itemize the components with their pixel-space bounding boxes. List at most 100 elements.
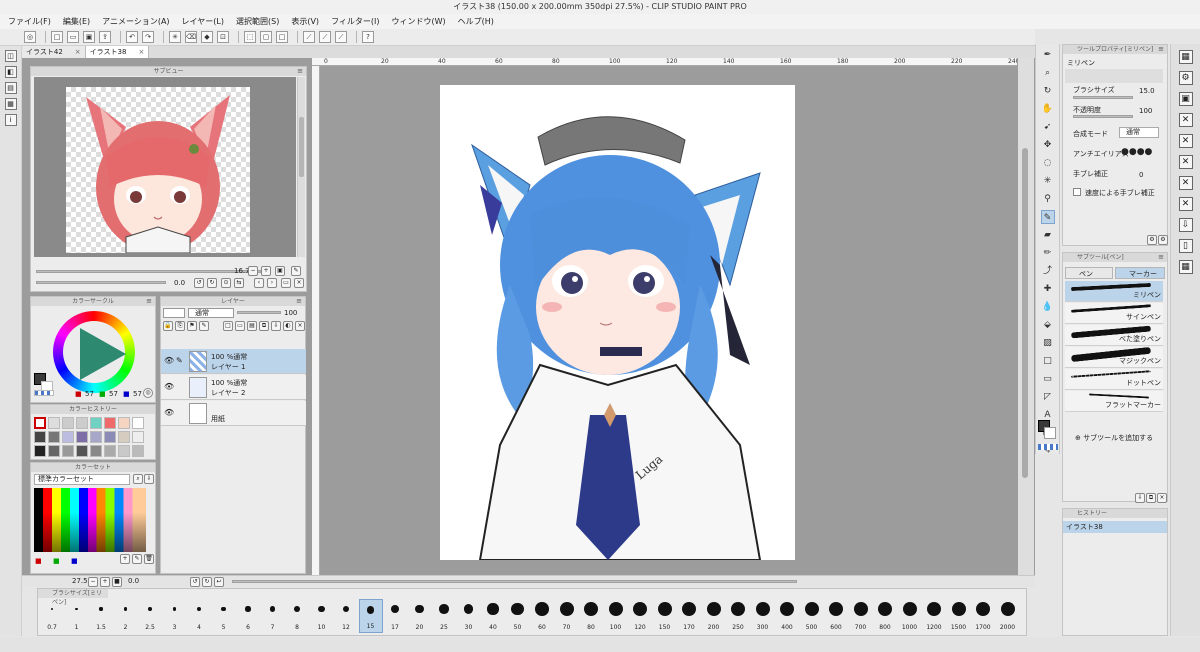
zoom-out-icon[interactable]: − xyxy=(88,577,98,587)
copy-icon[interactable]: ⧉ xyxy=(1146,493,1156,503)
eye-icon[interactable]: 👁 xyxy=(164,382,174,391)
reference-icon[interactable]: ⚑ xyxy=(187,321,197,331)
brush-size-option[interactable]: 600 xyxy=(824,599,848,633)
export-icon[interactable]: ⇪ xyxy=(99,31,111,43)
menu-view[interactable]: 表示(V) xyxy=(291,16,319,27)
pencil-icon[interactable]: ✏ xyxy=(1041,246,1055,260)
navigator-scrollbar[interactable] xyxy=(297,77,305,257)
history-swatch[interactable] xyxy=(104,445,116,457)
open-image-icon[interactable]: ▭ xyxy=(281,278,291,288)
close-icon[interactable]: ✕ xyxy=(1178,197,1193,211)
sub-tool-item[interactable]: ドットペン xyxy=(1065,369,1163,390)
history-swatch[interactable] xyxy=(48,417,60,429)
history-swatch[interactable] xyxy=(132,417,144,429)
history-swatch[interactable] xyxy=(48,445,60,457)
eye-icon[interactable]: 👁 xyxy=(164,408,174,417)
sub-color-swatch[interactable] xyxy=(1044,427,1056,439)
brush-size-option[interactable]: 2000 xyxy=(996,599,1020,633)
brush-size-option[interactable]: 20 xyxy=(408,599,432,633)
brush-size-option[interactable]: 60 xyxy=(530,599,554,633)
history-swatch[interactable] xyxy=(118,445,130,457)
figure-icon[interactable]: □ xyxy=(1041,354,1055,368)
brush-size-option[interactable]: 1.5 xyxy=(89,599,113,633)
opacity-slider[interactable] xyxy=(1073,115,1133,118)
sub-tool-item[interactable]: フラットマーカー xyxy=(1065,391,1163,412)
reset-icon[interactable]: ⚙ xyxy=(1147,235,1157,245)
brush-size-option[interactable]: 25 xyxy=(432,599,456,633)
history-swatch[interactable] xyxy=(62,417,74,429)
brush-size-option[interactable]: 700 xyxy=(849,599,873,633)
rotate-icon[interactable]: ↻ xyxy=(1041,84,1055,98)
close-icon[interactable]: ✕ xyxy=(1178,134,1193,148)
app-icon[interactable]: ◎ xyxy=(24,31,36,43)
transform-icon[interactable]: ⊡ xyxy=(217,31,229,43)
brush-size-option[interactable]: 400 xyxy=(775,599,799,633)
airbrush-icon[interactable]: ⤴ xyxy=(1041,264,1055,278)
rotate-right-icon[interactable]: ↻ xyxy=(207,278,217,288)
canvas-paper[interactable]: Luga xyxy=(440,85,795,560)
snap-grid-icon[interactable]: ⟋ xyxy=(335,31,347,43)
close-icon[interactable]: ✕ xyxy=(1178,155,1193,169)
new-folder-icon[interactable]: ▤ xyxy=(247,321,257,331)
eyedropper-icon[interactable]: ⚲ xyxy=(1041,192,1055,206)
panel-menu-icon[interactable]: ≡ xyxy=(146,297,152,306)
new-vector-icon[interactable]: ▭ xyxy=(235,321,245,331)
history-swatch[interactable] xyxy=(76,417,88,429)
brush-size-option[interactable]: 70 xyxy=(555,599,579,633)
close-icon[interactable]: × xyxy=(75,46,81,58)
layer-property-icon[interactable] xyxy=(163,308,185,318)
eyedropper-icon[interactable]: ✎ xyxy=(132,554,142,564)
menu-help[interactable]: ヘルプ(H) xyxy=(458,16,494,27)
download-icon[interactable]: ⇩ xyxy=(1135,493,1145,503)
panel-menu-icon[interactable]: ≡ xyxy=(297,67,303,76)
history-swatch[interactable] xyxy=(62,445,74,457)
gradient-icon[interactable]: ▨ xyxy=(1041,336,1055,350)
brush-size-option[interactable]: 150 xyxy=(653,599,677,633)
rotate-left-icon[interactable]: ↺ xyxy=(190,577,200,587)
close-icon[interactable]: ✕ xyxy=(1178,176,1193,190)
brush-size-option[interactable]: 10 xyxy=(310,599,334,633)
zoom-in-icon[interactable]: + xyxy=(261,266,271,276)
tab-marker[interactable]: マーカー xyxy=(1115,267,1165,279)
history-swatch[interactable] xyxy=(132,431,144,443)
brush-size-option[interactable]: 17 xyxy=(383,599,407,633)
zoom-icon[interactable]: ⌕ xyxy=(1041,66,1055,80)
history-item[interactable]: イラスト38 xyxy=(1063,521,1167,533)
canvas-vertical-scrollbar[interactable] xyxy=(1018,58,1034,575)
sub-tool-item[interactable]: ミリペン xyxy=(1065,281,1163,302)
brush-size-option[interactable]: 2 xyxy=(114,599,138,633)
deselect-icon[interactable]: ⬚ xyxy=(244,31,256,43)
color-mode-icon[interactable]: ◎ xyxy=(143,388,153,398)
snap-ruler-icon[interactable]: ⟋ xyxy=(319,31,331,43)
ruler-icon[interactable]: ⟋ xyxy=(303,31,315,43)
trash-icon[interactable]: 🗑 xyxy=(144,554,154,564)
menu-edit[interactable]: 編集(E) xyxy=(63,16,90,27)
brush-size-option[interactable]: 1 xyxy=(65,599,89,633)
delete-image-icon[interactable]: × xyxy=(294,278,304,288)
brush-size-option[interactable]: 1000 xyxy=(898,599,922,633)
brush-size-option[interactable]: 15 xyxy=(358,599,383,633)
color-triangle[interactable] xyxy=(80,328,126,380)
help-icon[interactable]: ? xyxy=(362,31,374,43)
brush-size-slider[interactable] xyxy=(1073,96,1133,99)
info-icon[interactable]: i xyxy=(4,114,17,126)
search-icon[interactable]: ⌕ xyxy=(133,474,143,484)
panel-menu-icon[interactable]: ≡ xyxy=(1158,253,1164,262)
layer-icon[interactable]: ▤ xyxy=(4,82,17,94)
layer-row[interactable]: 👁 用紙 xyxy=(161,401,306,426)
brush-size-option[interactable]: 5 xyxy=(212,599,236,633)
merge-icon[interactable]: ⇩ xyxy=(271,321,281,331)
brush-size-option[interactable]: 120 xyxy=(628,599,652,633)
menu-file[interactable]: ファイル(F) xyxy=(8,16,51,27)
history-swatch[interactable] xyxy=(90,417,102,429)
menu-animation[interactable]: アニメーション(A) xyxy=(102,16,169,27)
new-raster-icon[interactable]: □ xyxy=(223,321,233,331)
brush-size-option[interactable]: 6 xyxy=(236,599,260,633)
brush-size-option[interactable]: 1700 xyxy=(971,599,995,633)
brush-size-option[interactable]: 12 xyxy=(334,599,358,633)
menu-layer[interactable]: レイヤー(L) xyxy=(182,16,224,27)
brush-size-option[interactable]: 250 xyxy=(726,599,750,633)
brush-size-option[interactable]: 0.7 xyxy=(40,599,64,633)
history-swatch[interactable] xyxy=(34,417,46,429)
eraser-icon[interactable]: ▰ xyxy=(1041,228,1055,242)
